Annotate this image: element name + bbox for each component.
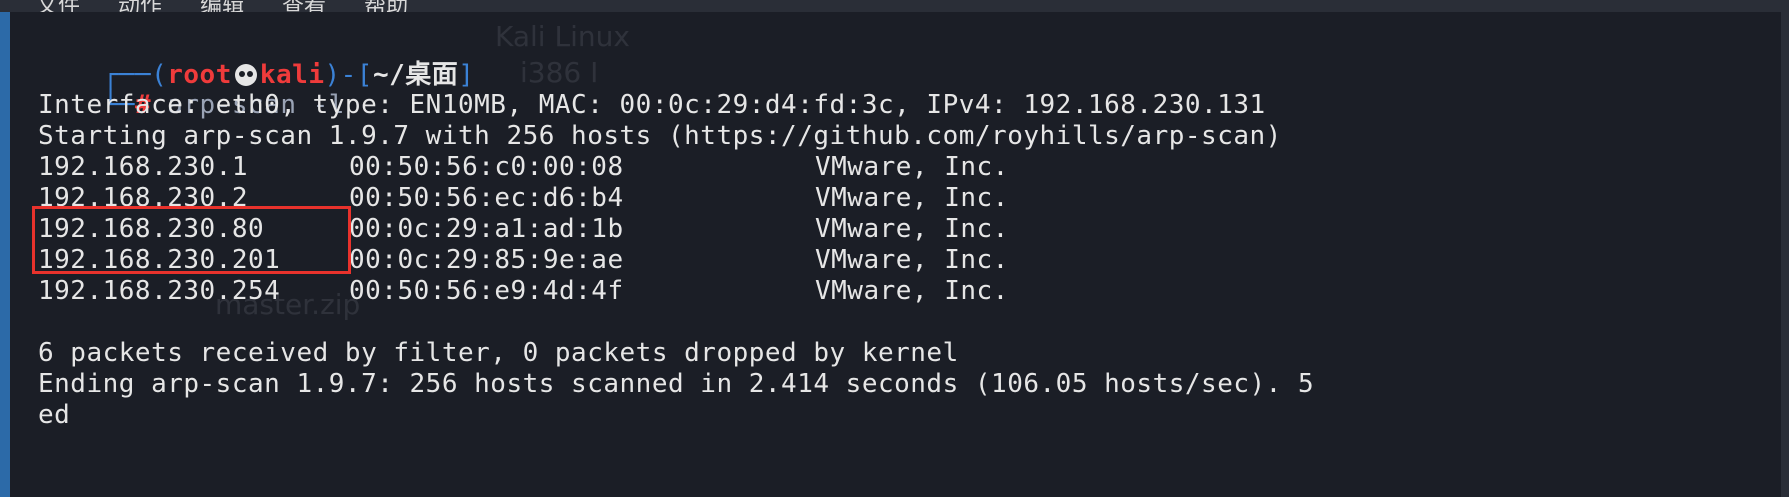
packets-line: 6 packets received by filter, 0 packets …	[38, 338, 959, 368]
host-vendor: VMware, Inc.	[815, 183, 1009, 213]
interface-line: Interface: eth0, type: EN10MB, MAC: 00:0…	[38, 90, 1266, 120]
host-mac: 00:0c:29:85:9e:ae	[349, 245, 624, 275]
host-row: 192.168.230.254 00:50:56:e9:4d:4f VMware…	[38, 276, 1138, 307]
menu-item-help[interactable]: 帮助	[364, 0, 408, 12]
window-edge-right	[1781, 12, 1789, 497]
host-mac: 00:0c:29:a1:ad:1b	[349, 214, 624, 244]
host-mac: 00:50:56:e9:4d:4f	[349, 276, 624, 306]
prompt-path: ~/桌面	[372, 60, 459, 90]
ghost-arch-label: i386 I	[520, 56, 599, 89]
menu-item-file[interactable]: 文件	[36, 0, 80, 12]
host-vendor: VMware, Inc.	[815, 245, 1009, 275]
menu-item-view[interactable]: 查看	[282, 0, 326, 12]
host-vendor: VMware, Inc.	[815, 276, 1009, 306]
menu-items: 文件 动作 编辑 查看 帮助	[36, 0, 408, 12]
host-row: 192.168.230.1 00:50:56:c0:00:08 VMware, …	[38, 152, 1138, 183]
host-mac: 00:50:56:c0:00:08	[349, 152, 624, 182]
desktop-edge-left	[0, 12, 10, 497]
wrap-line: ed	[38, 400, 71, 430]
menu-item-action[interactable]: 动作	[118, 0, 162, 12]
ghost-kali-label: Kali Linux	[495, 20, 630, 53]
highlight-box	[32, 206, 351, 274]
host-vendor: VMware, Inc.	[815, 214, 1009, 244]
prompt-line-1: ┌──(root kali)-[~/桌面]	[38, 29, 474, 90]
prompt-close-bracket: ]	[458, 60, 475, 90]
prompt-line-2: └─# arp-scan -l	[38, 59, 345, 120]
menu-bar: 文件 动作 编辑 查看 帮助	[0, 0, 1789, 12]
host-ip: 192.168.230.254	[38, 276, 281, 306]
host-ip: 192.168.230.1	[38, 152, 248, 182]
ending-line: Ending arp-scan 1.9.7: 256 hosts scanned…	[38, 369, 1315, 399]
host-mac: 00:50:56:ec:d6:b4	[349, 183, 624, 213]
menu-item-edit[interactable]: 编辑	[200, 0, 244, 12]
starting-line: Starting arp-scan 1.9.7 with 256 hosts (…	[38, 121, 1282, 151]
host-vendor: VMware, Inc.	[815, 152, 1009, 182]
